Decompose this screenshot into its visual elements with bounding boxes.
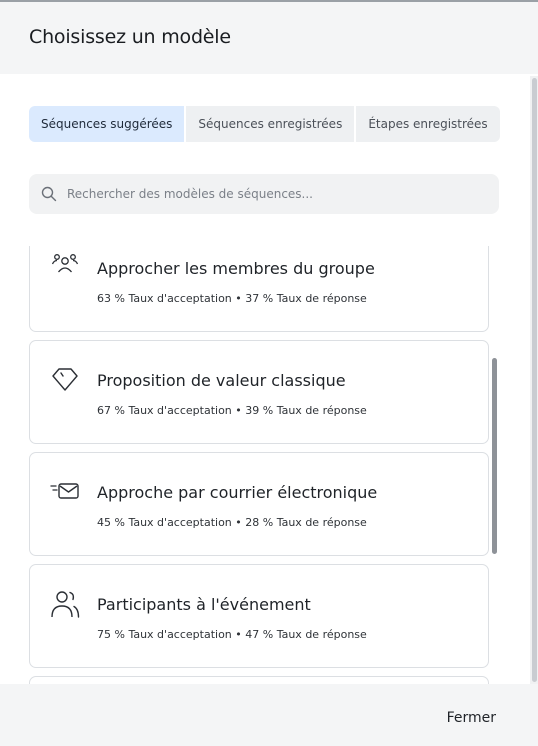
tab-saved-sequences[interactable]: Séquences enregistrées	[186, 106, 355, 142]
template-tabs: Séquences suggérées Séquences enregistré…	[29, 106, 500, 142]
list-scrollbar-thumb[interactable]	[492, 358, 497, 554]
template-stats: 75 % Taux d'acceptation • 47 % Taux de r…	[97, 628, 367, 641]
template-card-group-members[interactable]: Approcher les membres du groupe 63 % Tau…	[29, 246, 489, 332]
template-stats: 45 % Taux d'acceptation • 28 % Taux de r…	[97, 516, 367, 529]
diamond-icon	[52, 368, 78, 391]
template-stats: 67 % Taux d'acceptation • 39 % Taux de r…	[97, 404, 367, 417]
tab-suggested-sequences[interactable]: Séquences suggérées	[29, 106, 185, 142]
people-icon	[51, 591, 80, 618]
template-list: Approcher les membres du groupe 63 % Tau…	[0, 246, 538, 684]
envelope-icon	[50, 483, 79, 499]
modal-title: Choisissez un modèle	[29, 26, 231, 48]
search-box[interactable]	[29, 174, 499, 214]
template-title: Approcher les membres du groupe	[97, 259, 375, 278]
search-icon	[41, 186, 57, 202]
search-input[interactable]	[67, 174, 487, 214]
modal-scrollbar-thumb[interactable]	[532, 78, 537, 682]
modal-header: Choisissez un modèle	[0, 2, 538, 74]
template-stats: 63 % Taux d'acceptation • 37 % Taux de r…	[97, 292, 367, 305]
template-title: Participants à l'événement	[97, 595, 311, 614]
close-button[interactable]: Fermer	[447, 710, 496, 726]
template-title: Approche par courrier électronique	[97, 483, 378, 502]
template-card-email-outreach[interactable]: Approche par courrier électronique 45 % …	[29, 452, 489, 556]
template-picker-modal: Choisissez un modèle Séquences suggérées…	[0, 0, 538, 746]
group-icon	[51, 254, 79, 273]
template-card-value-proposition[interactable]: Proposition de valeur classique 67 % Tau…	[29, 340, 489, 444]
template-title: Proposition de valeur classique	[97, 371, 346, 390]
template-card-next[interactable]	[29, 676, 489, 684]
template-card-event-participants[interactable]: Participants à l'événement 75 % Taux d'a…	[29, 564, 489, 668]
modal-footer: Fermer	[0, 684, 538, 746]
tab-saved-steps[interactable]: Étapes enregistrées	[356, 106, 500, 142]
